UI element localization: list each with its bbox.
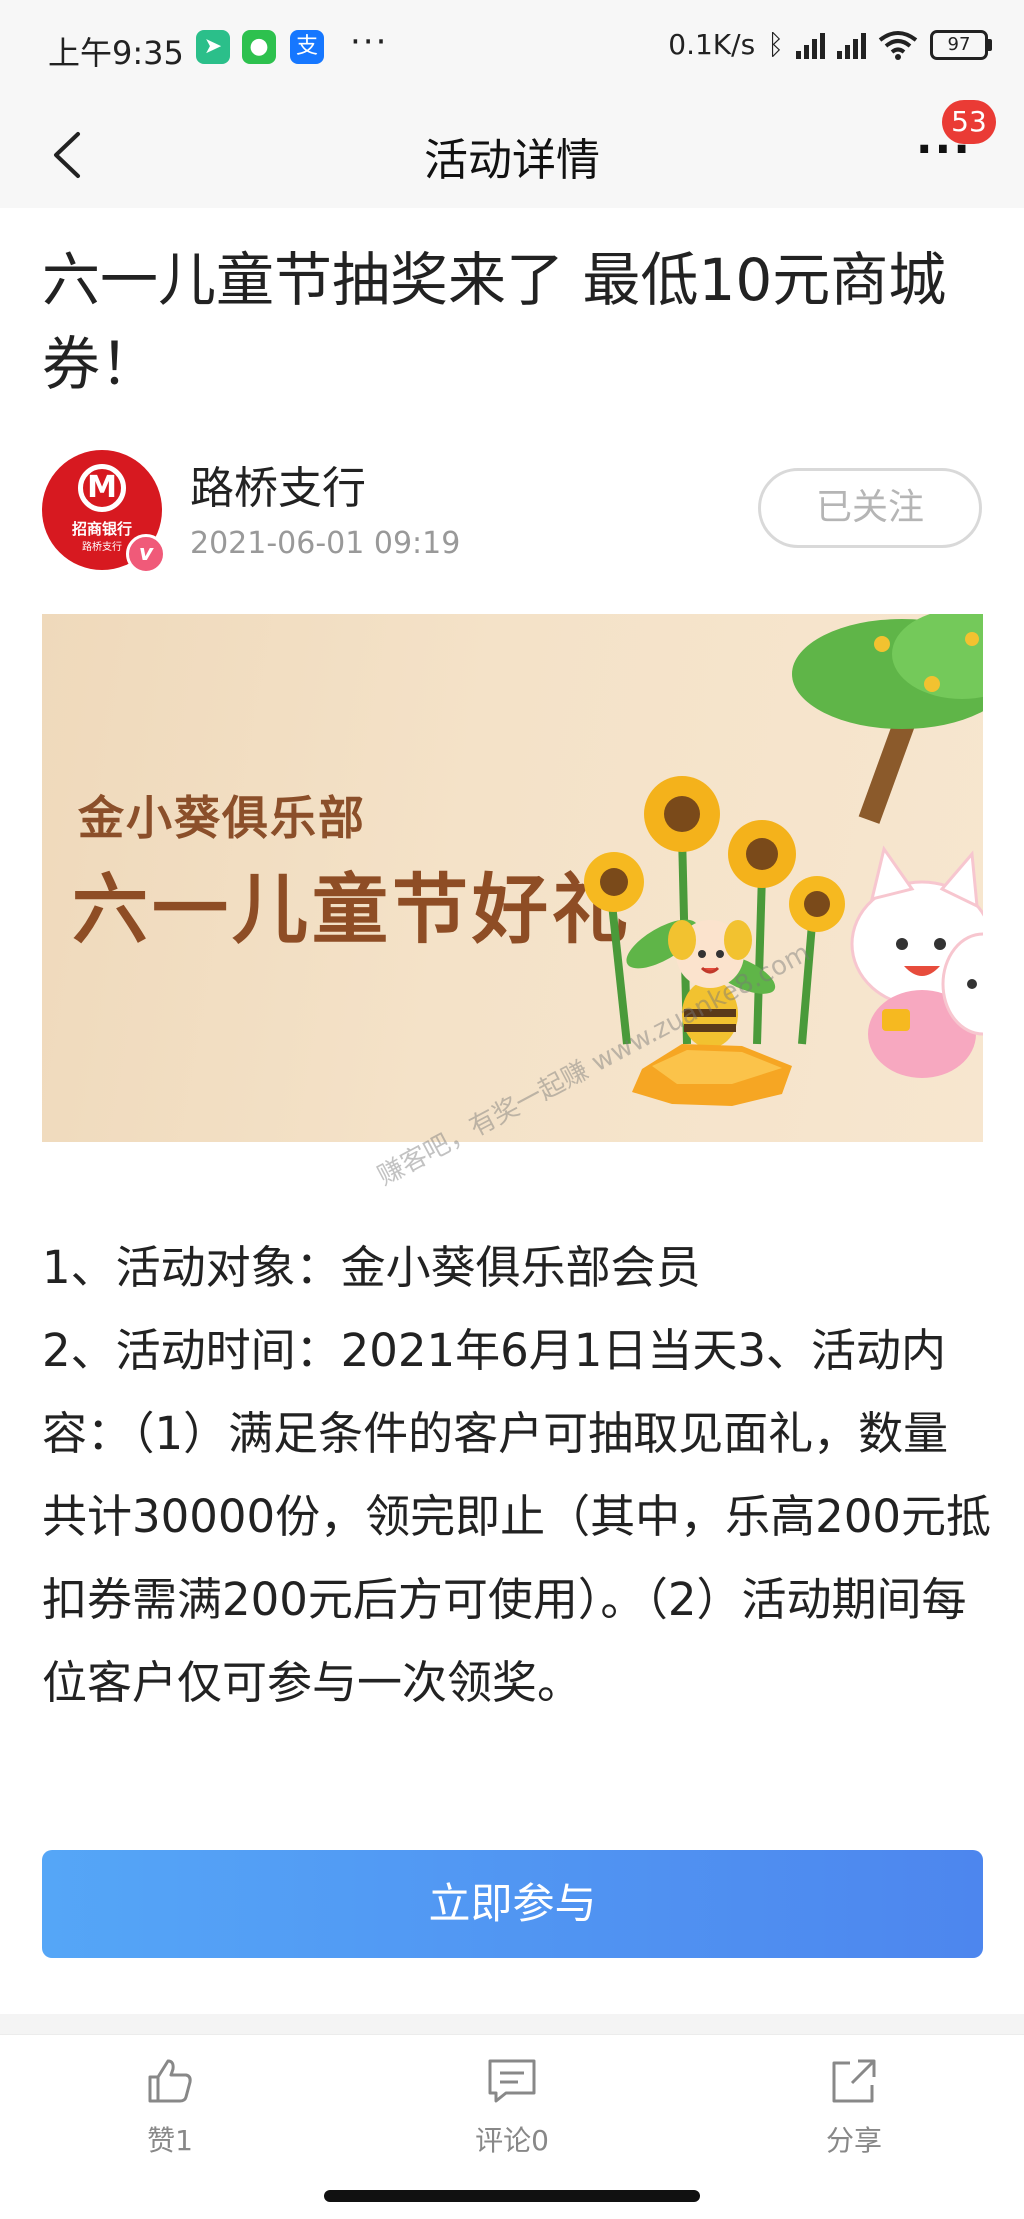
like-count-label: 赞1 [147,2124,193,2157]
participate-button[interactable]: 立即参与 [42,1850,983,1958]
paragraph-2: 2、活动时间：2021年6月1日当天3、活动内容：（1）满足条件的客户可抽取见面… [42,1324,992,1709]
promo-banner: 金小葵俱乐部 六一儿童节好礼 [42,614,983,1142]
page-title: 活动详情 [424,135,600,186]
follow-button[interactable]: 已关注 [758,468,982,548]
comment-count-label: 评论0 [475,2124,549,2157]
network-speed: 0.1K/s [668,28,756,61]
nav-bar: 活动详情 ··· 53 [0,100,1024,208]
signal-icon [796,31,825,59]
alipay-icon: 支 [290,30,324,64]
status-more-icon: ··· [350,22,389,62]
article-content: 1、活动对象：金小葵俱乐部会员 2、活动时间：2021年6月1日当天3、活动内容… [42,1226,992,1724]
verified-icon: v [126,534,166,574]
battery-level: 97 [930,29,988,60]
notification-badge: 53 [942,100,996,144]
signal-icon-2 [837,31,866,59]
author-row: M 招商银行 路桥支行 v 路桥支行 2021-06-01 09:19 已关注 [42,450,982,580]
comment-button[interactable]: 评论0 [412,2055,612,2159]
publish-date: 2021-06-01 09:19 [190,526,461,561]
bank-logo-icon: M [78,464,126,512]
share-label: 分享 [825,2124,882,2157]
thumbs-up-icon [148,2059,192,2103]
home-indicator[interactable] [324,2190,700,2202]
comment-icon [488,2059,536,2103]
article-title: 六一儿童节抽奖来了 最低10元商城券！ [42,246,947,398]
like-button[interactable]: 赞1 [70,2055,270,2159]
wechat-icon: ● [242,30,276,64]
bluetooth-icon: ᛒ [767,28,784,61]
battery-icon: 97 [930,29,992,60]
section-divider [0,2014,1024,2034]
share-button[interactable]: 分享 [754,2055,954,2159]
status-time: 上午9:35 [48,34,184,72]
status-right: 0.1K/s ᛒ 97 [668,28,992,61]
author-name[interactable]: 路桥支行 [190,452,366,516]
share-icon [832,2059,876,2103]
status-bar: 上午9:35 ➤ ● 支 ··· 0.1K/s ᛒ 97 [0,0,1024,100]
banner-illustration [584,614,983,1106]
wifi-icon [878,30,918,60]
paragraph-1: 1、活动对象：金小葵俱乐部会员 [42,1241,701,1294]
navigation-icon: ➤ [196,30,230,64]
